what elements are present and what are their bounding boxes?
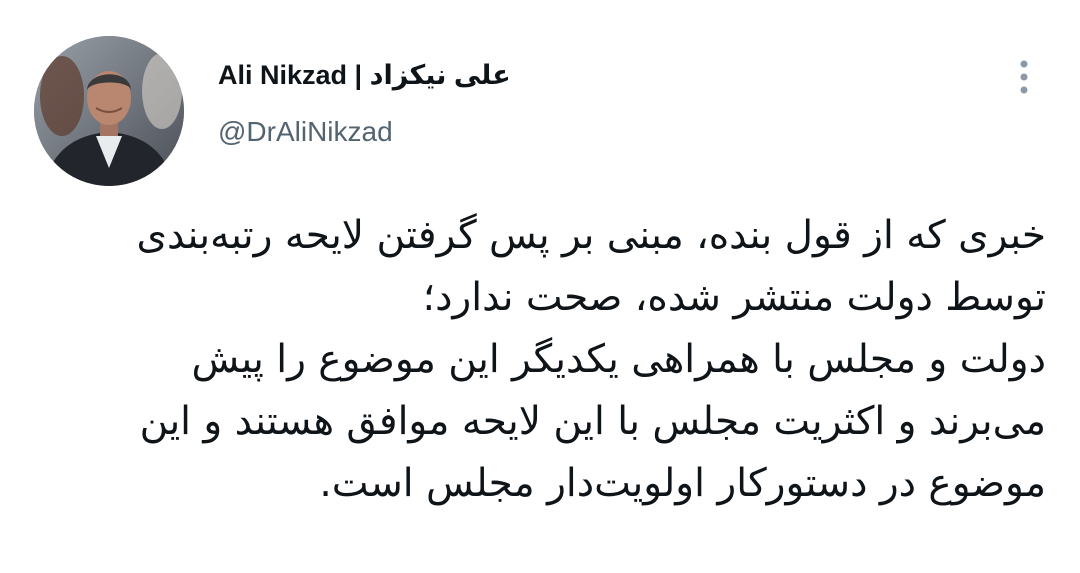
tweet-text-line: توسط دولت منتشر شده، صحت ندارد؛ [422,275,1046,320]
tweet-text-line: موضوع در دستورکار اولویت‌دار مجلس است. [319,461,1046,506]
display-name[interactable]: Ali Nikzad | علی نیکزاد [218,60,511,91]
user-handle[interactable]: @DrAliNikzad [218,116,393,148]
tweet-card: Ali Nikzad | علی نیکزاد @DrAliNikzad خبر… [0,0,1080,573]
profile-photo [34,36,184,186]
tweet-text-line: می‌برند و اکثریت مجلس با این لایحه موافق… [139,399,1046,444]
tweet-text-line: خبری که از قول بنده، مبنی بر پس گرفتن لا… [136,213,1046,258]
avatar[interactable] [34,36,184,186]
tweet-text-line: دولت و مجلس با همراهی یکدیگر این موضوع ر… [191,337,1047,382]
more-options-button[interactable] [1006,56,1042,98]
more-vertical-icon [1020,60,1028,94]
tweet-text: خبری که از قول بنده، مبنی بر پس گرفتن لا… [36,205,1046,515]
